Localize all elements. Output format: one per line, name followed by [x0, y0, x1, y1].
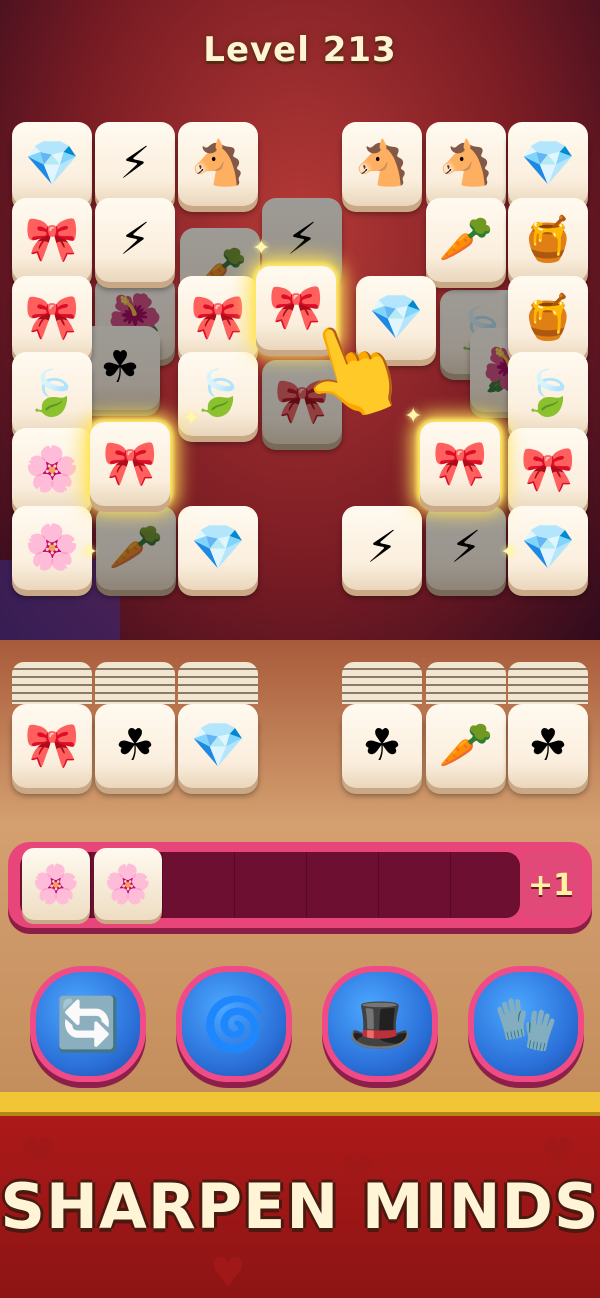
tile-bow[interactable]: 🎀	[508, 428, 588, 512]
stack-tile-carrot[interactable]: 🥕	[426, 662, 506, 788]
tile-carrot[interactable]: 🥕	[426, 198, 506, 282]
stack-tile-gem[interactable]: 💎	[178, 662, 258, 788]
tile-leaf[interactable]: 🍃	[508, 352, 588, 436]
extra-slot-button[interactable]: +1	[520, 852, 582, 918]
tile-lightning: ⚡	[426, 506, 506, 590]
match-tray: 🌸 🌸 +1	[8, 842, 592, 928]
tile-lightning[interactable]: ⚡	[95, 198, 175, 282]
glove-icon: 🧤	[493, 994, 559, 1055]
tile-cookie-horse[interactable]: 🐴	[178, 122, 258, 206]
tray-slot	[236, 852, 307, 918]
stack-tile-clover[interactable]: ☘	[508, 662, 588, 788]
tile-lightning[interactable]: ⚡	[342, 506, 422, 590]
level-title: Level 213	[203, 30, 397, 70]
tile-carrot: 🥕	[96, 506, 176, 590]
sparkle-icon: ✦	[252, 236, 271, 261]
tray-slot	[380, 852, 451, 918]
tray-slot	[164, 852, 235, 918]
sparkle-icon: ✦	[80, 540, 99, 565]
stack-tile-bow[interactable]: 🎀	[12, 662, 92, 788]
tile-bow[interactable]: 🎀	[12, 276, 92, 360]
magic-hat-button[interactable]: 🎩	[322, 966, 438, 1082]
tile-gem[interactable]: 💎	[12, 122, 92, 206]
sparkle-icon: ✦	[182, 406, 201, 431]
tile-jar[interactable]: 🍯	[508, 276, 588, 360]
tile-flower[interactable]: 🌸	[12, 428, 92, 512]
tray-slot	[308, 852, 379, 918]
tile-gem[interactable]: 💎	[508, 506, 588, 590]
tile-bow[interactable]: 🎀	[178, 276, 258, 360]
tray-tile-flower: 🌸	[94, 848, 162, 920]
tile-bow[interactable]: 🎀	[12, 198, 92, 282]
tile-gem[interactable]: 💎	[508, 122, 588, 206]
sparkle-icon: ✦	[404, 404, 423, 429]
pinwheel-icon: 🌀	[201, 994, 267, 1055]
heart-icon: ♥	[210, 1250, 246, 1296]
tile-gem[interactable]: 💎	[178, 506, 258, 590]
shuffle-button[interactable]: 🌀	[176, 966, 292, 1082]
tile-lightning[interactable]: ⚡	[95, 122, 175, 206]
tile-clover: ☘	[80, 326, 160, 410]
tray-tile-flower: 🌸	[22, 848, 90, 920]
tile-bow-highlighted[interactable]: 🎀	[420, 422, 500, 506]
tile-cookie-horse[interactable]: 🐴	[426, 122, 506, 206]
slogan-text: SHARPEN MINDS	[0, 1170, 600, 1243]
sparkle-icon: ✦	[500, 540, 519, 565]
tile-leaf[interactable]: 🍃	[12, 352, 92, 436]
stack-tile-clover[interactable]: ☘	[342, 662, 422, 788]
tray-slots: 🌸 🌸	[20, 848, 522, 920]
undo-button[interactable]: 🔄	[30, 966, 146, 1082]
banner-stripe	[0, 1092, 600, 1112]
tile-cookie-horse[interactable]: 🐴	[342, 122, 422, 206]
undo-icon: 🔄	[55, 994, 121, 1055]
grab-button[interactable]: 🧤	[468, 966, 584, 1082]
top-hat-icon: 🎩	[347, 994, 413, 1055]
tray-slot	[452, 852, 522, 918]
tile-jar[interactable]: 🍯	[508, 198, 588, 282]
stack-tile-clover[interactable]: ☘	[95, 662, 175, 788]
tile-bow-highlighted[interactable]: 🎀	[90, 422, 170, 506]
